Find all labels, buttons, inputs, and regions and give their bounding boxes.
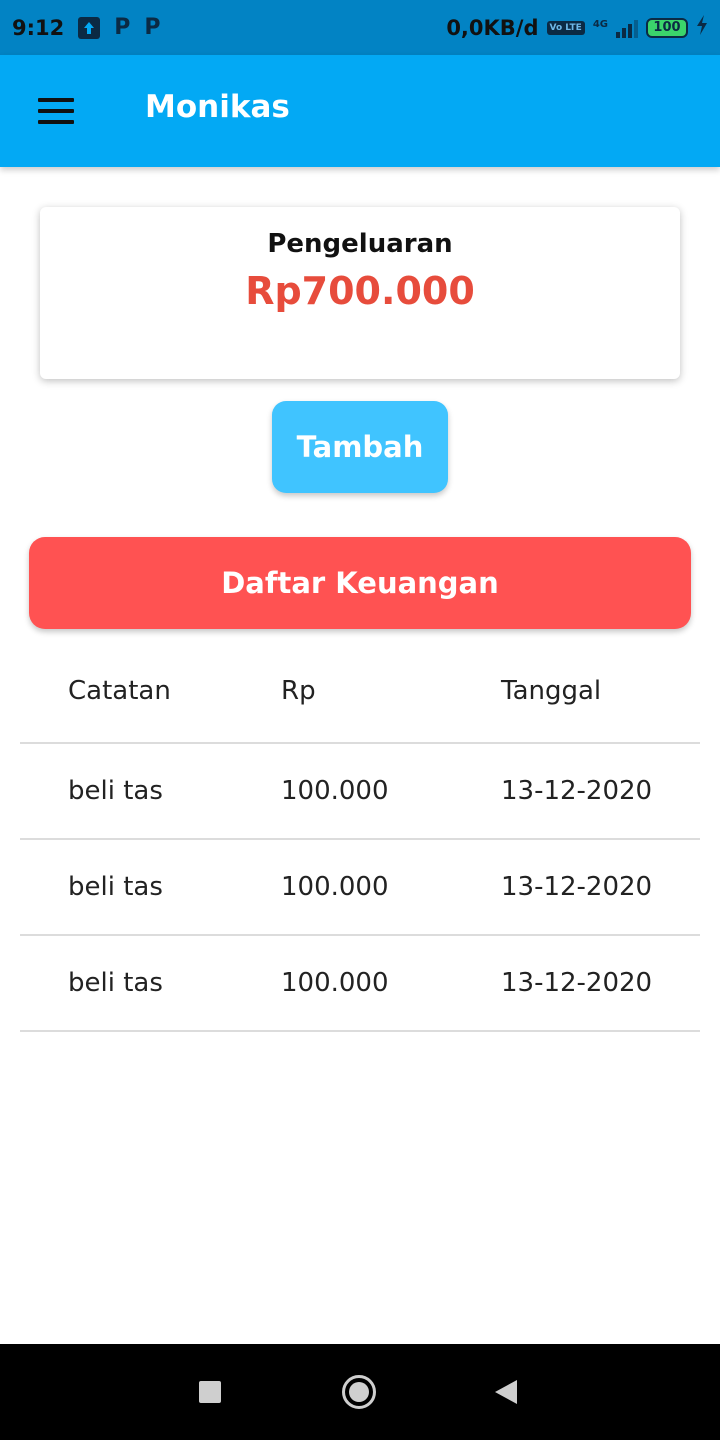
cell-note: beli tas (68, 776, 163, 806)
finance-list-header: Daftar Keuangan (29, 537, 691, 629)
column-header-amount: Rp (281, 676, 316, 706)
p-app-icon: P (114, 15, 131, 40)
cell-date: 13-12-2020 (501, 776, 653, 806)
charging-icon (696, 15, 708, 40)
status-time: 9:12 (12, 15, 65, 40)
expense-label: Pengeluaran (267, 229, 453, 259)
table-row[interactable]: beli tas 100.000 13-12-2020 (20, 840, 700, 936)
cell-note: beli tas (68, 872, 163, 902)
cell-date: 13-12-2020 (501, 872, 653, 902)
network-type: 4G (592, 19, 608, 30)
back-icon[interactable] (495, 1380, 517, 1404)
table-header-row: Catatan Rp Tanggal (20, 640, 700, 744)
add-button[interactable]: Tambah (272, 401, 448, 493)
column-header-note: Catatan (68, 676, 171, 706)
battery-icon: 100 (646, 17, 688, 38)
home-icon[interactable] (342, 1375, 376, 1409)
recent-apps-icon[interactable] (199, 1381, 221, 1403)
app-bar: Monikas (0, 55, 720, 167)
system-nav-bar (0, 1344, 720, 1440)
volte-icon: Vo LTE (546, 20, 585, 35)
upload-icon (78, 16, 101, 39)
finance-table: Catatan Rp Tanggal beli tas 100.000 13-1… (20, 640, 700, 1032)
status-bar: 9:12 P P 0,0KB/d Vo LTE 4G 100 (0, 0, 720, 55)
cell-date: 13-12-2020 (501, 968, 653, 998)
table-row[interactable]: beli tas 100.000 13-12-2020 (20, 936, 700, 1032)
expense-summary-card: Pengeluaran Rp700.000 (40, 207, 680, 379)
cell-amount: 100.000 (281, 776, 389, 806)
p-app-icon: P (144, 15, 161, 40)
table-row[interactable]: beli tas 100.000 13-12-2020 (20, 744, 700, 840)
expense-amount: Rp700.000 (245, 269, 475, 313)
column-header-date: Tanggal (501, 676, 602, 706)
menu-icon[interactable] (38, 98, 74, 124)
cell-amount: 100.000 (281, 872, 389, 902)
cell-amount: 100.000 (281, 968, 389, 998)
signal-icon (616, 18, 638, 38)
cell-note: beli tas (68, 968, 163, 998)
app-title: Monikas (145, 89, 290, 125)
data-speed: 0,0KB/d (446, 15, 539, 40)
